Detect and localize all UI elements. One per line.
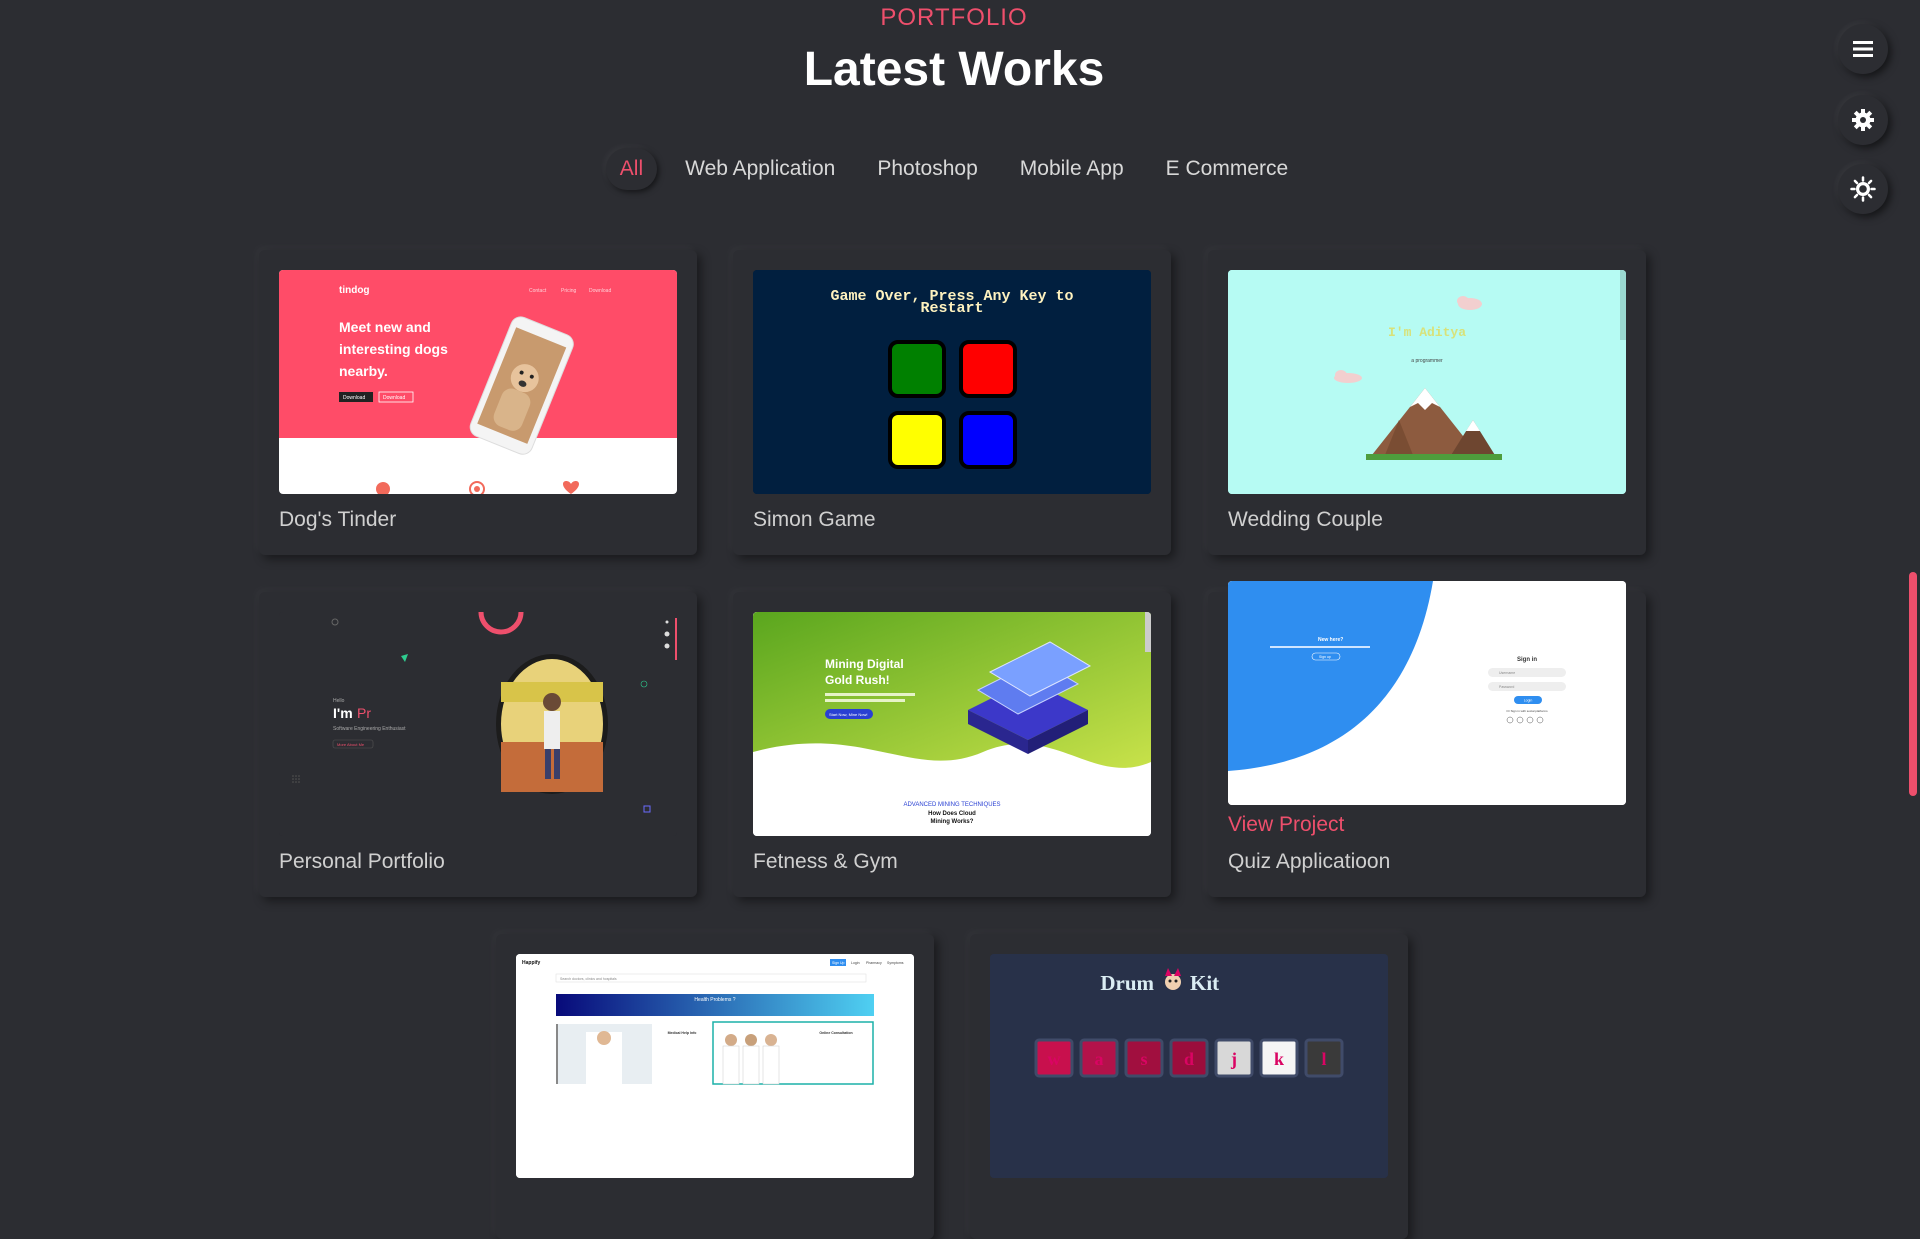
portfolio-btn: More About Me bbox=[337, 742, 365, 747]
sun-icon bbox=[1850, 176, 1876, 202]
drum-title-right: Kit bbox=[1190, 971, 1219, 995]
drum-key-label: l bbox=[1321, 1049, 1326, 1069]
portfolio-typed: Pr bbox=[357, 705, 371, 721]
quiz-signup: Sign up bbox=[1319, 655, 1331, 659]
drum-key-label: d bbox=[1184, 1049, 1194, 1069]
view-project-link[interactable]: View Project bbox=[1228, 813, 1344, 837]
project-card-drum-kit[interactable]: Drum Kit w a s d j k l bbox=[970, 934, 1408, 1239]
mining-adv: ADVANCED MINING TECHNIQUES bbox=[903, 802, 1000, 808]
project-title: Personal Portfolio bbox=[279, 850, 445, 873]
project-card-personal-portfolio[interactable]: Hello I'm Pr Software Engineering Enthus… bbox=[259, 592, 697, 897]
project-title: Simon Game bbox=[753, 508, 876, 531]
portfolio-sub: Software Engineering Enthusiast bbox=[333, 726, 406, 732]
project-thumbnail[interactable]: Happify Sign Up Login Pharmacy Symptoms … bbox=[516, 954, 914, 1178]
quiz-new-here: New here? bbox=[1318, 637, 1343, 643]
project-thumbnail[interactable]: I'm Aditya a programmer bbox=[1228, 270, 1626, 494]
portfolio-im: I'm bbox=[333, 705, 353, 721]
tindog-nav-contact: Contact bbox=[529, 288, 547, 294]
project-card-simon-game[interactable]: Game Over, Press Any Key to Restart Simo… bbox=[733, 250, 1171, 555]
tindog-nav-download: Download bbox=[589, 288, 611, 294]
happify-nav-login: Login bbox=[851, 961, 860, 965]
mining-headline-1: Mining Digital bbox=[825, 657, 904, 671]
dogs-tinder-screenshot: tindog Contact Pricing Download Meet new… bbox=[279, 270, 677, 494]
project-title: Quiz Applicatioon bbox=[1228, 850, 1391, 873]
project-title: Fetness & Gym bbox=[753, 850, 898, 873]
filter-photoshop[interactable]: Photoshop bbox=[863, 148, 991, 190]
filter-web-application[interactable]: Web Application bbox=[671, 148, 849, 190]
simon-game-screenshot: Game Over, Press Any Key to Restart bbox=[753, 270, 1151, 494]
drum-kit-screenshot: Drum Kit w a s d j k l bbox=[990, 954, 1388, 1178]
tindog-btn-2: Download bbox=[383, 395, 405, 401]
quiz-social: Or Sign in with social platforms bbox=[1506, 709, 1548, 713]
filter-mobile-app[interactable]: Mobile App bbox=[1006, 148, 1138, 190]
theme-toggle-button[interactable] bbox=[1838, 164, 1888, 214]
simon-title-2: Restart bbox=[920, 300, 983, 317]
happify-nav-symptoms: Symptoms bbox=[887, 961, 904, 965]
menu-button[interactable] bbox=[1838, 24, 1888, 74]
quiz-login: Login bbox=[1524, 699, 1533, 703]
mining-headline-2: Gold Rush! bbox=[825, 673, 890, 687]
project-thumbnail[interactable]: Game Over, Press Any Key to Restart bbox=[753, 270, 1151, 494]
quiz-signin: Sign in bbox=[1517, 657, 1537, 663]
quiz-user: Username bbox=[1499, 671, 1515, 675]
quiz-pass: Password bbox=[1499, 685, 1514, 689]
happify-card1: Medical Help Info bbox=[668, 1031, 697, 1035]
project-card-quiz-application[interactable]: New here? Sign up Sign in Username Passw… bbox=[1208, 581, 1646, 897]
happify-nav-pharmacy: Pharmacy bbox=[866, 961, 882, 965]
drum-key-label: a bbox=[1095, 1049, 1104, 1069]
drum-title-left: Drum bbox=[1100, 971, 1154, 995]
filter-bar: All Web Application Photoshop Mobile App… bbox=[0, 148, 1908, 190]
gear-icon bbox=[1852, 109, 1874, 131]
wedding-couple-screenshot: I'm Aditya a programmer bbox=[1228, 270, 1626, 494]
project-title: Dog's Tinder bbox=[279, 508, 397, 531]
portfolio-hello: Hello bbox=[333, 698, 345, 704]
happify-card2: Online Consultation bbox=[819, 1031, 852, 1035]
project-thumbnail[interactable]: Hello I'm Pr Software Engineering Enthus… bbox=[279, 612, 677, 836]
settings-button[interactable] bbox=[1838, 95, 1888, 145]
scrollbar-track[interactable] bbox=[1908, 0, 1920, 1080]
tindog-headline-1: Meet new and bbox=[339, 319, 431, 335]
tindog-brand: tindog bbox=[339, 285, 370, 296]
mining-q1: How Does Cloud bbox=[928, 811, 976, 817]
mining-q2: Mining Works? bbox=[931, 819, 974, 825]
project-thumbnail[interactable]: New here? Sign up Sign in Username Passw… bbox=[1228, 581, 1626, 805]
fetness-gym-screenshot: Mining Digital Gold Rush! Start Now, Min… bbox=[753, 612, 1151, 836]
personal-portfolio-screenshot: Hello I'm Pr Software Engineering Enthus… bbox=[279, 612, 677, 836]
project-thumbnail[interactable]: tindog Contact Pricing Download Meet new… bbox=[279, 270, 677, 494]
scrollbar-thumb[interactable] bbox=[1909, 572, 1917, 796]
menu-icon bbox=[1853, 41, 1873, 57]
section-label: PORTFOLIO bbox=[880, 4, 1028, 31]
filter-all[interactable]: All bbox=[605, 148, 658, 190]
drum-key-label: j bbox=[1230, 1049, 1237, 1069]
project-title: Wedding Couple bbox=[1228, 508, 1383, 531]
project-card-dogs-tinder[interactable]: tindog Contact Pricing Download Meet new… bbox=[259, 250, 697, 555]
section-title: Latest Works bbox=[803, 43, 1105, 96]
happify-brand: Happify bbox=[522, 960, 541, 966]
tindog-nav-pricing: Pricing bbox=[561, 288, 577, 294]
drum-key-label: w bbox=[1048, 1049, 1061, 1069]
happify-banner: Health Problems ? bbox=[694, 997, 735, 1003]
project-thumbnail[interactable]: Mining Digital Gold Rush! Start Now, Min… bbox=[753, 612, 1151, 836]
drum-keys: wasdjkl bbox=[1034, 1038, 1344, 1078]
wedding-sub: a programmer bbox=[1411, 358, 1443, 364]
tindog-headline-2: interesting dogs bbox=[339, 341, 448, 357]
happify-search: Search doctors, clinics and hospitals bbox=[560, 977, 617, 981]
mining-btn: Start Now, Mine Now! bbox=[829, 712, 867, 717]
happify-nav-signup: Sign Up bbox=[832, 961, 845, 965]
drum-key-label: s bbox=[1140, 1049, 1147, 1069]
wedding-name: I'm Aditya bbox=[1388, 325, 1466, 340]
project-card-happify[interactable]: Happify Sign Up Login Pharmacy Symptoms … bbox=[496, 934, 934, 1239]
quiz-app-screenshot: New here? Sign up Sign in Username Passw… bbox=[1228, 581, 1626, 805]
drum-key-label: k bbox=[1274, 1049, 1284, 1069]
happify-screenshot: Happify Sign Up Login Pharmacy Symptoms … bbox=[516, 954, 914, 1178]
filter-e-commerce[interactable]: E Commerce bbox=[1152, 148, 1303, 190]
project-card-fetness-gym[interactable]: Mining Digital Gold Rush! Start Now, Min… bbox=[733, 592, 1171, 897]
project-thumbnail[interactable]: Drum Kit w a s d j k l bbox=[990, 954, 1388, 1178]
tindog-btn-1: Download bbox=[343, 395, 365, 401]
project-card-wedding-couple[interactable]: I'm Aditya a programmer Wedding Couple bbox=[1208, 250, 1646, 555]
tindog-headline-3: nearby. bbox=[339, 363, 388, 379]
